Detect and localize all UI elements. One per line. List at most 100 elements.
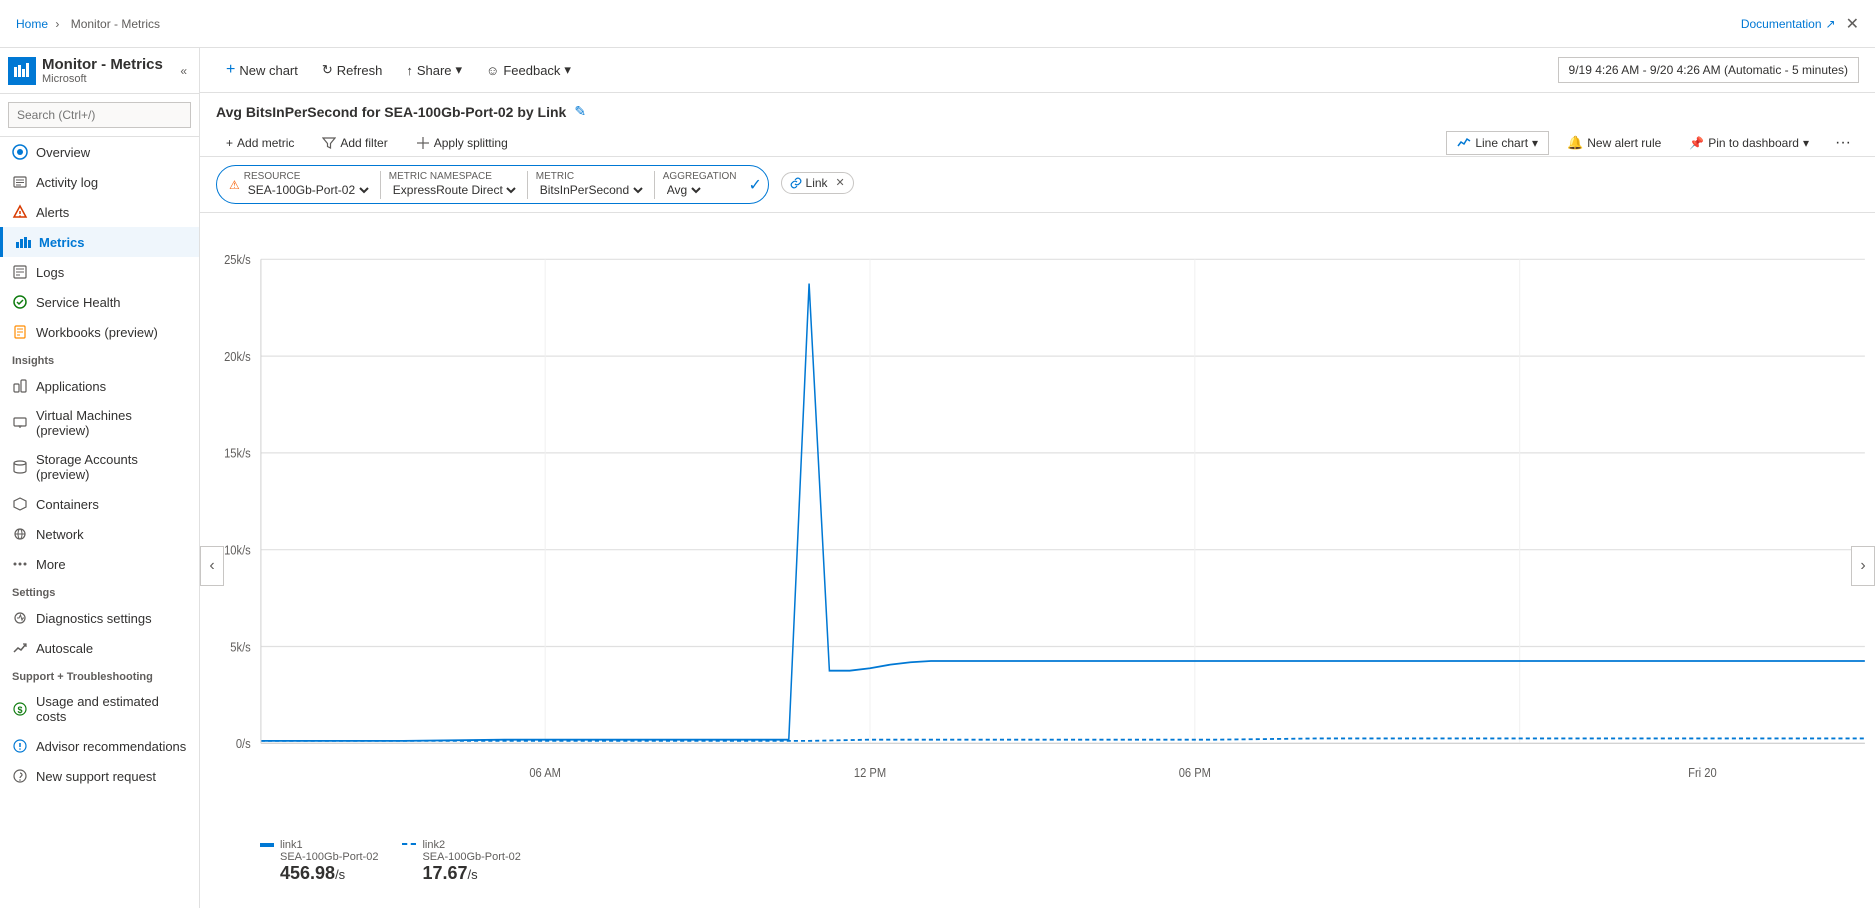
sidebar-item-alerts[interactable]: Alerts bbox=[0, 197, 199, 227]
sidebar-item-autoscale-label: Autoscale bbox=[36, 641, 93, 656]
breadcrumb-home[interactable]: Home bbox=[16, 17, 48, 31]
pin-chevron-icon: ▾ bbox=[1803, 136, 1809, 150]
sidebar-item-autoscale[interactable]: Autoscale bbox=[0, 633, 199, 663]
aggregation-select[interactable]: Avg bbox=[663, 182, 704, 198]
legend-link2-value-row: 17.67 /s bbox=[422, 863, 520, 884]
overview-icon bbox=[12, 144, 28, 160]
metric-pill: ⚠ RESOURCE SEA-100Gb-Port-02 METRIC NAME… bbox=[216, 165, 769, 204]
legend-link1-value-row: 456.98 /s bbox=[280, 863, 378, 884]
breadcrumb: Home › Monitor - Metrics bbox=[16, 17, 164, 31]
feedback-icon: ☺ bbox=[486, 63, 499, 78]
date-range-button[interactable]: 9/19 4:26 AM - 9/20 4:26 AM (Automatic -… bbox=[1558, 57, 1859, 83]
namespace-section: METRIC NAMESPACE ExpressRoute Direct... bbox=[383, 169, 525, 200]
legend-link2-sublabel: SEA-100Gb-Port-02 bbox=[422, 851, 520, 863]
chart-controls-row: + Add metric Add filter Apply splitting … bbox=[216, 130, 1859, 156]
chart-area: ‹ › 25k/s 20k/s 15k/s 10k/s 5k/s bbox=[200, 213, 1875, 908]
documentation-link[interactable]: Documentation ↗ bbox=[1741, 17, 1836, 31]
sidebar-item-service-health[interactable]: Service Health bbox=[0, 287, 199, 317]
aggregation-label: AGGREGATION bbox=[663, 171, 737, 182]
top-bar: Home › Monitor - Metrics Documentation ↗… bbox=[0, 0, 1875, 48]
chart-nav-left-button[interactable]: ‹ bbox=[200, 546, 224, 586]
svg-text:5k/s: 5k/s bbox=[230, 639, 250, 654]
search-input[interactable] bbox=[8, 102, 191, 128]
legend-link1-label: link1 bbox=[280, 839, 303, 851]
add-filter-button[interactable]: Add filter bbox=[312, 132, 397, 154]
sidebar-item-network[interactable]: Network bbox=[0, 519, 199, 549]
sidebar-item-workbooks[interactable]: Workbooks (preview) bbox=[0, 317, 199, 347]
insights-section-label: Insights bbox=[0, 347, 199, 371]
pin-to-dashboard-button[interactable]: 📌 Pin to dashboard ▾ bbox=[1679, 132, 1819, 154]
sidebar-item-containers[interactable]: Containers bbox=[0, 489, 199, 519]
metric-namespace-select[interactable]: ExpressRoute Direct... bbox=[389, 182, 519, 198]
refresh-icon: ↻ bbox=[322, 62, 333, 78]
refresh-button[interactable]: ↻ Refresh bbox=[312, 57, 392, 83]
sidebar-item-diagnostics[interactable]: Diagnostics settings bbox=[0, 603, 199, 633]
svg-text:12 PM: 12 PM bbox=[854, 765, 886, 780]
chart-header: Avg BitsInPerSecond for SEA-100Gb-Port-0… bbox=[200, 93, 1875, 157]
link-tag-remove-button[interactable]: ✕ bbox=[836, 176, 845, 189]
sidebar-item-storage[interactable]: Storage Accounts (preview) bbox=[0, 445, 199, 489]
more-options-button[interactable]: ··· bbox=[1827, 130, 1859, 156]
sidebar-item-activity-log[interactable]: Activity log bbox=[0, 167, 199, 197]
toolbar-right: 9/19 4:26 AM - 9/20 4:26 AM (Automatic -… bbox=[1558, 57, 1859, 83]
legend-color-solid bbox=[260, 843, 274, 847]
sidebar-item-more[interactable]: More bbox=[0, 549, 199, 579]
legend-color-dashed bbox=[402, 843, 416, 847]
share-button[interactable]: ↑ Share ▾ bbox=[396, 57, 472, 83]
svg-text:06 PM: 06 PM bbox=[1179, 765, 1211, 780]
feedback-chevron-icon: ▾ bbox=[564, 62, 571, 78]
new-alert-rule-button[interactable]: 🔔 New alert rule bbox=[1557, 131, 1671, 155]
metric-check-icon[interactable]: ✓ bbox=[748, 175, 761, 195]
chart-title: Avg BitsInPerSecond for SEA-100Gb-Port-0… bbox=[216, 104, 566, 120]
filter-icon bbox=[322, 136, 336, 150]
bell-icon: 🔔 bbox=[1567, 135, 1583, 151]
app-logo bbox=[8, 57, 36, 85]
chart-nav-right-button[interactable]: › bbox=[1851, 546, 1875, 586]
sidebar-item-activity-log-label: Activity log bbox=[36, 175, 98, 190]
sidebar-item-advisor[interactable]: Advisor recommendations bbox=[0, 731, 199, 761]
metric-select[interactable]: BitsInPerSecond bbox=[536, 182, 646, 198]
sidebar-item-support-label: New support request bbox=[36, 769, 156, 784]
chart-controls-right: Line chart ▾ 🔔 New alert rule 📌 Pin to d… bbox=[1446, 130, 1859, 156]
link-tag-label: Link bbox=[806, 176, 828, 190]
close-button[interactable]: ✕ bbox=[1846, 14, 1859, 34]
legend-item-link2: link2 SEA-100Gb-Port-02 17.67 /s bbox=[402, 839, 520, 884]
activity-log-icon bbox=[12, 174, 28, 190]
line-chart-icon bbox=[1457, 136, 1471, 150]
warning-triangle-icon: ⚠ bbox=[229, 178, 240, 192]
sidebar-item-vms[interactable]: Virtual Machines (preview) bbox=[0, 401, 199, 445]
sidebar-item-containers-label: Containers bbox=[36, 497, 99, 512]
sidebar-item-metrics[interactable]: Metrics bbox=[0, 227, 199, 257]
resource-select[interactable]: SEA-100Gb-Port-02 bbox=[244, 182, 372, 198]
usage-costs-icon: $ bbox=[12, 701, 28, 717]
add-metric-button[interactable]: + Add metric bbox=[216, 132, 304, 154]
chart-title-row: Avg BitsInPerSecond for SEA-100Gb-Port-0… bbox=[216, 103, 1859, 120]
edit-title-icon[interactable]: ✎ bbox=[574, 103, 586, 120]
sidebar-item-logs[interactable]: Logs bbox=[0, 257, 199, 287]
alerts-icon bbox=[12, 204, 28, 220]
metric-section: METRIC BitsInPerSecond bbox=[530, 169, 652, 200]
new-chart-button[interactable]: + New chart bbox=[216, 56, 308, 84]
breadcrumb-sep: › bbox=[55, 17, 62, 31]
containers-icon bbox=[12, 496, 28, 512]
chart-type-button[interactable]: Line chart ▾ bbox=[1446, 131, 1549, 155]
svg-text:20k/s: 20k/s bbox=[224, 349, 251, 364]
apply-splitting-button[interactable]: Apply splitting bbox=[406, 132, 518, 154]
sidebar-item-alerts-label: Alerts bbox=[36, 205, 69, 220]
sidebar-item-storage-label: Storage Accounts (preview) bbox=[36, 452, 187, 482]
add-metric-icon: + bbox=[226, 136, 233, 150]
link-tag[interactable]: Link ✕ bbox=[781, 172, 854, 194]
sidebar-collapse-button[interactable]: « bbox=[176, 60, 191, 82]
sidebar-item-support[interactable]: New support request bbox=[0, 761, 199, 791]
svg-text:15k/s: 15k/s bbox=[224, 446, 251, 461]
sidebar-item-usage-costs[interactable]: $ Usage and estimated costs bbox=[0, 687, 199, 731]
sidebar-item-applications[interactable]: Applications bbox=[0, 371, 199, 401]
pill-divider-3 bbox=[654, 171, 655, 199]
app-subtitle: Microsoft bbox=[42, 73, 163, 85]
feedback-button[interactable]: ☺ Feedback ▾ bbox=[476, 57, 581, 83]
applications-icon bbox=[12, 378, 28, 394]
sidebar-item-overview[interactable]: Overview bbox=[0, 137, 199, 167]
legend-item-link1-header: link1 bbox=[260, 839, 378, 851]
sidebar-item-applications-label: Applications bbox=[36, 379, 106, 394]
app-title: Monitor - Metrics bbox=[42, 56, 163, 73]
